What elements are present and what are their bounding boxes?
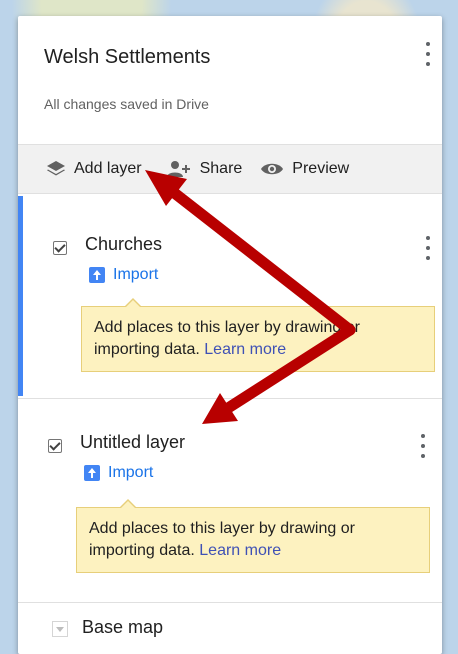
preview-label: Preview — [292, 160, 350, 177]
map-title[interactable]: Welsh Settlements — [44, 46, 210, 69]
layer-options-menu-icon[interactable] — [418, 234, 438, 262]
empty-layer-tip: Add places to this layer by drawing or i… — [81, 298, 435, 372]
add-layer-label: Add layer — [74, 160, 142, 177]
layers-icon — [47, 161, 65, 176]
import-link[interactable]: Import — [89, 266, 158, 284]
layer-churches: Churches Import Add places to this layer… — [18, 196, 442, 396]
base-map-row[interactable]: Base map — [18, 602, 442, 654]
learn-more-link[interactable]: Learn more — [199, 542, 281, 559]
layers-toolbar: Add layer Share Preview — [18, 144, 442, 194]
save-status: All changes saved in Drive — [44, 96, 209, 112]
layer-visibility-checkbox[interactable] — [53, 241, 67, 255]
layer-options-menu-icon[interactable] — [413, 432, 433, 460]
upload-icon — [84, 465, 100, 481]
add-layer-button[interactable]: Add layer — [46, 160, 142, 178]
learn-more-link[interactable]: Learn more — [204, 341, 286, 358]
layer-name[interactable]: Untitled layer — [80, 432, 185, 453]
layer-name[interactable]: Churches — [85, 234, 162, 255]
share-label: Share — [199, 160, 243, 177]
base-map-label: Base map — [82, 617, 164, 637]
layer-visibility-checkbox[interactable] — [48, 439, 62, 453]
import-label: Import — [108, 464, 154, 481]
upload-icon — [89, 267, 105, 283]
add-person-icon — [166, 161, 190, 177]
share-button[interactable]: Share — [166, 160, 243, 178]
preview-button[interactable]: Preview — [260, 160, 349, 178]
eye-icon — [261, 163, 284, 175]
layers-panel: Welsh Settlements All changes saved in D… — [18, 16, 442, 654]
import-link[interactable]: Import — [84, 464, 153, 482]
empty-layer-tip: Add places to this layer by drawing or i… — [76, 499, 430, 573]
map-options-menu-icon[interactable] — [418, 40, 438, 68]
import-label: Import — [113, 266, 159, 283]
layer-untitled: Untitled layer Import Add places to this… — [18, 401, 442, 601]
expand-arrow-icon[interactable] — [52, 621, 68, 637]
layer-divider — [18, 398, 442, 399]
